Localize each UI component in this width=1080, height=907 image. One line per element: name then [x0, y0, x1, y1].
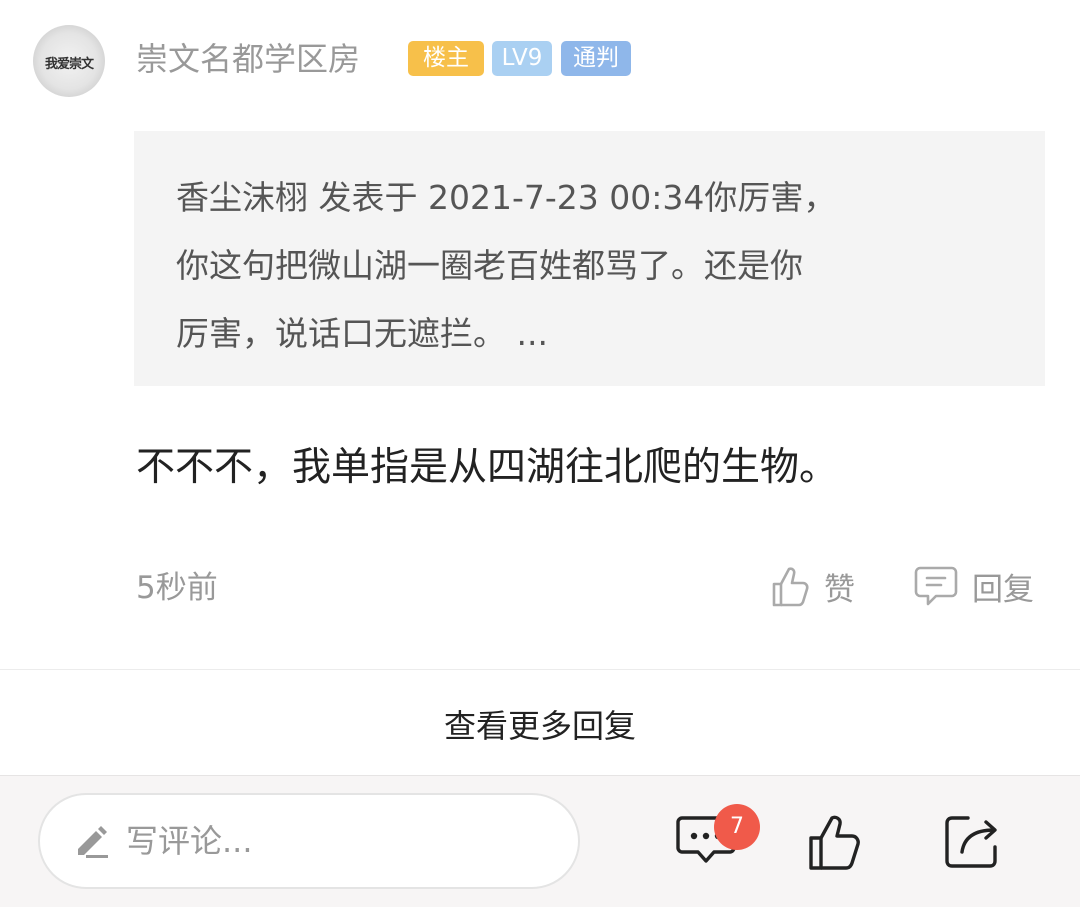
- quote-line: 香尘沫栩 发表于 2021-7-23 00:34你厉害，: [176, 178, 837, 217]
- comment-bubble-icon: [914, 566, 958, 606]
- quote-text: 香尘沫栩 发表于 2021-7-23 00:34你厉害， 你这句把微山湖一圈老百…: [176, 164, 986, 368]
- level-badge: LV9: [492, 41, 552, 76]
- quote-line: 你这句把微山湖一圈老百姓都骂了。还是你: [176, 246, 803, 285]
- comment-input[interactable]: 写评论...: [38, 793, 580, 889]
- thumb-up-outline-icon: [772, 567, 809, 607]
- reply-content: 不不不，我单指是从四湖往北爬的生物。: [136, 445, 839, 490]
- like-label: 赞: [824, 571, 855, 608]
- like-button[interactable]: 赞: [770, 560, 855, 612]
- reply-label: 回复: [972, 571, 1034, 608]
- avatar-text: 我爱崇文: [44, 57, 94, 72]
- bottom-bar: 写评论... 7: [0, 775, 1080, 907]
- quote-box[interactable]: 香尘沫栩 发表于 2021-7-23 00:34你厉害， 你这句把微山湖一圈老百…: [134, 131, 1045, 386]
- reply-button[interactable]: 回复: [914, 560, 1034, 612]
- louzhu-badge: 楼主: [408, 41, 484, 76]
- pencil-icon: [78, 826, 108, 858]
- quote-line: 厉害，说话口无遮拦。 ...: [176, 314, 548, 353]
- timestamp: 5秒前: [136, 570, 218, 606]
- avatar[interactable]: 我爱崇文: [33, 25, 105, 97]
- comment-placeholder: 写评论...: [126, 822, 253, 860]
- username[interactable]: 崇文名都学区房: [136, 36, 360, 82]
- divider: [0, 669, 1080, 670]
- comment-count-badge: 7: [714, 804, 760, 850]
- thumb-up-icon[interactable]: [806, 810, 866, 872]
- more-replies-link[interactable]: 查看更多回复: [0, 702, 1080, 750]
- share-icon[interactable]: [942, 810, 1002, 872]
- title-badge: 通判: [561, 41, 631, 76]
